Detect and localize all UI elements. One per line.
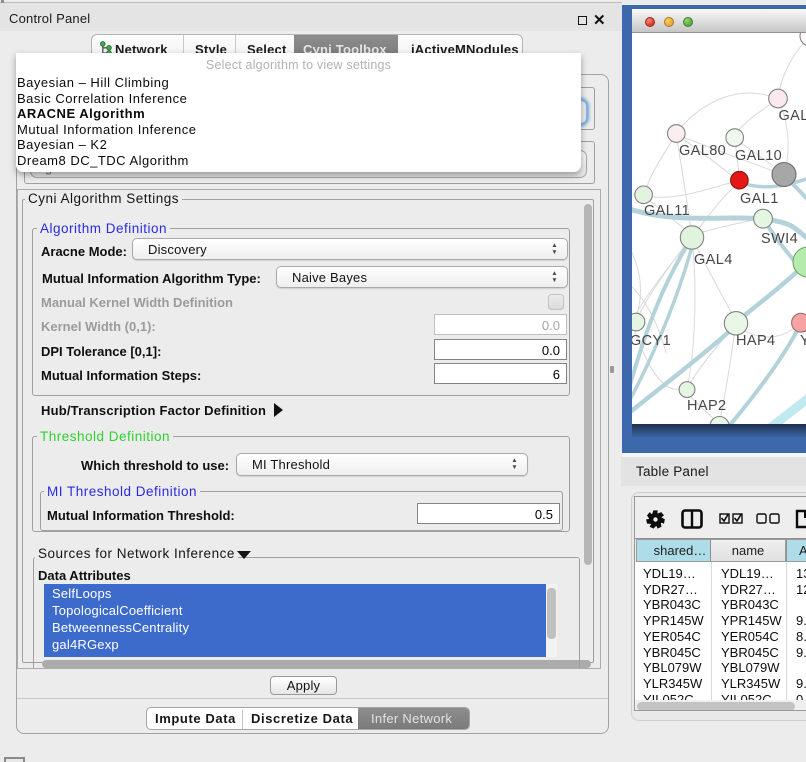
svg-text:GCY1: GCY1 [632, 333, 671, 349]
svg-text:GAL11: GAL11 [644, 203, 690, 219]
svg-text:SWI4: SWI4 [761, 231, 798, 247]
svg-text:GAL1: GAL1 [740, 191, 779, 207]
svg-text:Y: Y [800, 333, 806, 349]
svg-text:GAL10: GAL10 [735, 148, 782, 164]
svg-text:GAL7: GAL7 [779, 108, 806, 124]
svg-text:HAP4: HAP4 [736, 333, 775, 349]
svg-text:GAL4: GAL4 [694, 252, 733, 268]
svg-text:HAP2: HAP2 [687, 398, 726, 414]
svg-text:GAL80: GAL80 [679, 143, 726, 159]
